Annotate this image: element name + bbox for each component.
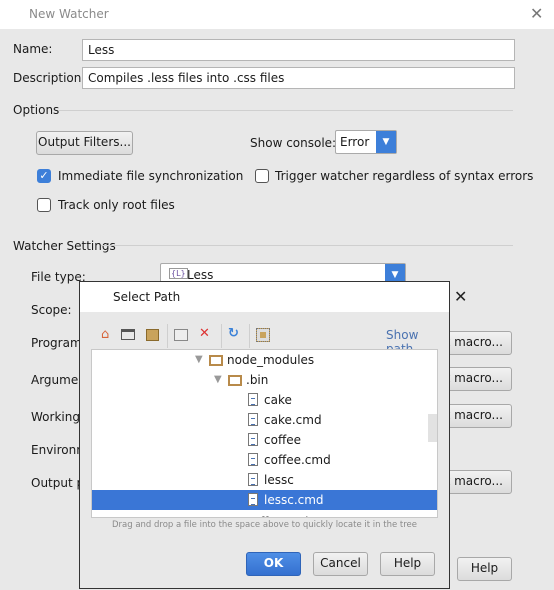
tree-item[interactable]: coffee xyxy=(92,430,437,450)
track-root-checkbox[interactable] xyxy=(37,198,51,212)
show-console-select[interactable]: Error ▼ xyxy=(335,130,397,154)
tree-item[interactable]: lessc xyxy=(92,470,437,490)
tree-item-label: coffee xyxy=(264,433,301,447)
program-label: Program: xyxy=(31,336,86,350)
chevron-down-icon: ▼ xyxy=(376,131,396,153)
toolbar-divider xyxy=(167,324,168,348)
trigger-checkbox[interactable] xyxy=(255,169,269,183)
file-icon xyxy=(248,473,258,486)
select-path-dialog: Select Path ✕ ⌂ ✕ ↻ Show path ▼ node_mod… xyxy=(79,281,467,589)
description-label: Description: xyxy=(13,71,86,85)
file-icon xyxy=(248,493,258,506)
tree-item[interactable]: ▶ coffee-script xyxy=(92,512,437,518)
expand-arrow-icon[interactable]: ▼ xyxy=(195,350,203,370)
window-title: New Watcher xyxy=(29,7,109,21)
folder-icon xyxy=(228,517,242,518)
watcher-settings-divider xyxy=(101,245,513,246)
tree-item-label: lessc xyxy=(264,473,294,487)
tree-item[interactable]: cake xyxy=(92,390,437,410)
toolbar-divider xyxy=(221,324,222,348)
description-input[interactable]: Compiles .less files into .css files xyxy=(82,67,515,89)
less-file-icon: {L} xyxy=(169,268,188,279)
home-icon[interactable]: ⌂ xyxy=(101,327,109,343)
tree-item[interactable]: cake.cmd xyxy=(92,410,437,430)
scope-label: Scope: xyxy=(31,303,72,317)
file-icon xyxy=(248,393,258,406)
desktop-icon[interactable] xyxy=(121,329,135,340)
tree-item-label: lessc.cmd xyxy=(264,493,324,507)
expand-arrow-icon[interactable]: ▼ xyxy=(214,370,222,390)
folder-icon xyxy=(228,375,242,386)
drag-drop-hint: Drag and drop a file into the space abov… xyxy=(111,520,417,530)
toolbar-divider xyxy=(249,324,250,348)
tree-item-label: node_modules xyxy=(227,353,315,367)
new-folder-icon[interactable] xyxy=(174,329,188,341)
delete-icon[interactable]: ✕ xyxy=(199,326,210,342)
show-hidden-icon[interactable] xyxy=(256,328,270,342)
track-root-label: Track only root files xyxy=(58,198,175,212)
tree-item-label: .bin xyxy=(246,373,269,387)
file-type-value: Less xyxy=(187,268,214,282)
name-label: Name: xyxy=(13,42,53,56)
dialog-help-button[interactable]: Help xyxy=(380,552,435,576)
file-icon xyxy=(248,413,258,426)
expand-arrow-icon[interactable]: ▶ xyxy=(214,512,222,517)
refresh-icon[interactable]: ↻ xyxy=(228,326,239,342)
tree-item-label: coffee.cmd xyxy=(264,453,331,467)
dialog-title: Select Path xyxy=(113,290,181,304)
file-icon xyxy=(248,453,258,466)
tree-scrollbar[interactable] xyxy=(428,414,437,442)
ok-button[interactable]: OK xyxy=(246,552,301,576)
file-tree[interactable]: ▼ node_modules ▼ .bin cake cake.cmd coff… xyxy=(91,349,438,518)
tree-item[interactable]: coffee.cmd xyxy=(92,450,437,470)
trigger-label: Trigger watcher regardless of syntax err… xyxy=(275,169,534,183)
file-type-label: File type: xyxy=(31,270,86,284)
output-filters-button[interactable]: Output Filters... xyxy=(36,131,133,155)
cancel-button[interactable]: Cancel xyxy=(313,552,368,576)
dialog-close-icon[interactable]: ✕ xyxy=(454,289,467,305)
arguments-label: Argumen xyxy=(31,373,86,387)
tree-item-label: cake.cmd xyxy=(264,413,322,427)
show-console-label: Show console: xyxy=(250,136,337,150)
tree-item-label: cake xyxy=(264,393,292,407)
name-input[interactable]: Less xyxy=(82,39,515,61)
tree-item-label: coffee-script xyxy=(246,512,321,517)
close-icon[interactable]: ✕ xyxy=(530,6,543,22)
options-heading: Options xyxy=(13,103,60,117)
tree-item[interactable]: ▼ .bin xyxy=(92,370,437,390)
file-icon xyxy=(248,433,258,446)
help-button[interactable]: Help xyxy=(457,557,512,581)
tree-item[interactable]: ▼ node_modules xyxy=(92,350,437,370)
options-divider xyxy=(58,110,513,111)
tree-item-selected[interactable]: lessc.cmd xyxy=(92,490,437,510)
folder-icon xyxy=(209,355,223,366)
project-folder-icon[interactable] xyxy=(146,329,159,341)
watcher-settings-heading: Watcher Settings xyxy=(13,239,116,253)
immediate-sync-checkbox[interactable]: ✓ xyxy=(37,169,51,183)
show-console-value: Error xyxy=(340,135,370,149)
immediate-sync-label: Immediate file synchronization xyxy=(58,169,244,183)
